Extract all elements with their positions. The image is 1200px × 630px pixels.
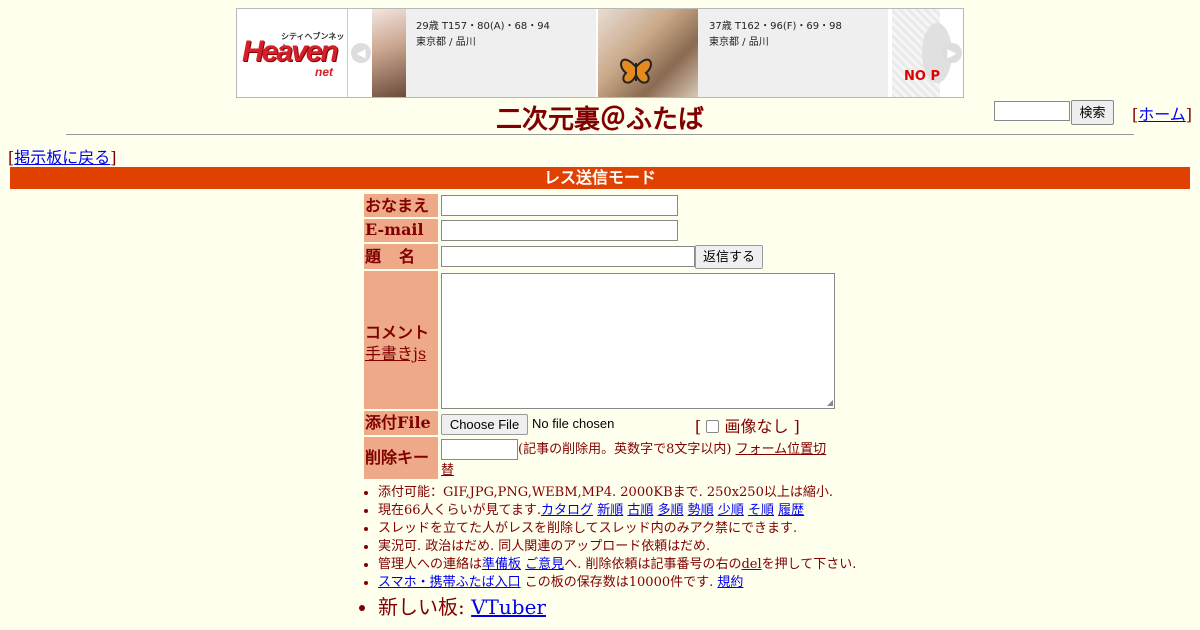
- search-button[interactable]: 検索: [1071, 100, 1114, 125]
- resize-handle-icon[interactable]: ◢: [827, 398, 833, 407]
- terms-link[interactable]: 規約: [717, 575, 743, 590]
- prep-board-link[interactable]: 準備板: [482, 557, 521, 572]
- choose-file-button[interactable]: Choose File: [441, 414, 528, 435]
- search-input[interactable]: [994, 101, 1070, 121]
- sort-many-link[interactable]: 多順: [658, 503, 684, 518]
- logo-text: Heaven: [242, 35, 339, 68]
- back-nav: [掲示板に戻る]: [8, 144, 117, 168]
- card-1-location: 東京都 / 品川: [416, 37, 476, 48]
- home-link[interactable]: ホーム: [1138, 105, 1186, 124]
- email-input[interactable]: [441, 220, 678, 241]
- del-link[interactable]: del: [741, 557, 761, 572]
- bracket-close: ]: [1185, 105, 1193, 124]
- note-text: スレッドを立てた人がレスを削除してスレッド内のみアク禁にできます.: [378, 521, 798, 536]
- comment-textarea[interactable]: ◢: [441, 273, 835, 409]
- note-text: を押して下さい.: [761, 557, 857, 572]
- no-image-label: 画像なし: [724, 417, 789, 436]
- banner-card-3[interactable]: NO P: [892, 9, 952, 97]
- card-1-photo: [372, 9, 406, 97]
- bracket-close: ]: [793, 417, 800, 436]
- banner-card-1[interactable]: 29歳 T157・80(A)・68・94 東京都 / 品川: [372, 9, 596, 97]
- note-text: へ. 削除依頼は記事番号の右の: [564, 557, 742, 572]
- ad-banner[interactable]: シティヘブンネット Heaven net ◀ 29歳 T157・80(A)・68…: [236, 8, 964, 98]
- sort-few-link[interactable]: 少順: [718, 503, 744, 518]
- card-2-photo: [598, 9, 698, 97]
- note-text: 現在66人くらいが見てます.: [378, 503, 542, 518]
- note-text: この板の保存数は10000件です.: [524, 575, 714, 590]
- card-1-stats: 29歳 T157・80(A)・68・94: [416, 21, 550, 32]
- file-label: 添付File: [364, 411, 438, 435]
- note-viewers: 現在66人くらいが見てます.カタログ 新順 古順 多順 勢順 少順 そ順 履歴: [378, 502, 856, 520]
- form-position-link[interactable]: フォーム位置切: [736, 442, 827, 457]
- delete-key-input[interactable]: [441, 439, 518, 460]
- sort-old-link[interactable]: 古順: [627, 503, 653, 518]
- note-new-board: 新しい板: VTuber: [378, 592, 856, 622]
- name-label: おなまえ: [364, 194, 438, 217]
- board-notes: 添付可能：GIF,JPG,PNG,WEBM,MP4. 2000KBまで. 250…: [364, 484, 856, 622]
- no-image-option: [ 画像なし ]: [695, 413, 800, 437]
- note-text: 添付可能：GIF,JPG,PNG,WEBM,MP4. 2000KBまで. 250…: [378, 485, 833, 500]
- history-link[interactable]: 履歴: [778, 503, 804, 518]
- subject-input[interactable]: [441, 246, 695, 267]
- no-photo-text: NO P: [904, 69, 940, 84]
- email-label: E-mail: [364, 219, 438, 242]
- reply-mode-bar: レス送信モード: [10, 167, 1190, 189]
- name-input[interactable]: [441, 195, 678, 216]
- home-nav: [ホーム]: [1132, 101, 1192, 125]
- note-thread-ban: スレッドを立てた人がレスを削除してスレッド内のみアク禁にできます.: [378, 520, 856, 538]
- note-contact: 管理人への連絡は準備板 ご意見へ. 削除依頼は記事番号の右のdelを押して下さい…: [378, 556, 856, 574]
- delete-key-note-line: (記事の削除用。英数字で8文字以内) フォーム位置切: [518, 441, 828, 459]
- delete-key-label: 削除キー: [364, 437, 438, 479]
- card-2-stats: 37歳 T162・96(F)・69・98: [709, 21, 842, 32]
- feedback-link[interactable]: ご意見: [525, 557, 564, 572]
- comment-label-cell: コメント 手書きjs: [364, 271, 438, 409]
- header-divider: [66, 134, 1134, 135]
- no-image-checkbox[interactable]: [706, 420, 720, 433]
- sort-so-link[interactable]: そ順: [748, 503, 774, 518]
- mobile-entrance-link[interactable]: スマホ・携帯ふたば入口: [378, 575, 521, 590]
- form-position-link-cont[interactable]: 替: [441, 459, 454, 478]
- sort-momentum-link[interactable]: 勢順: [688, 503, 714, 518]
- bracket-open: [: [695, 417, 702, 436]
- vtuber-board-link[interactable]: VTuber: [471, 595, 546, 619]
- delete-key-note: (記事の削除用。英数字で8文字以内): [518, 442, 732, 457]
- note-text: 実況可. 政治はだめ. 同人関連のアップロード依頼はだめ.: [378, 539, 711, 554]
- banner-next-icon[interactable]: ▶: [942, 43, 962, 63]
- butterfly-icon: [620, 58, 652, 84]
- bracket-close: ]: [110, 148, 117, 167]
- catalog-link[interactable]: カタログ: [541, 503, 593, 518]
- logo-net-text: net: [315, 65, 333, 79]
- note-text: 管理人への連絡は: [378, 557, 483, 572]
- handwriting-link[interactable]: 手書きjs: [365, 340, 426, 364]
- sort-new-link[interactable]: 新順: [597, 503, 623, 518]
- note-rules: 実況可. 政治はだめ. 同人関連のアップロード依頼はだめ.: [378, 538, 856, 556]
- note-mobile: スマホ・携帯ふたば入口 この板の保存数は10000件です. 規約: [378, 574, 856, 592]
- reply-submit-button[interactable]: 返信する: [695, 245, 763, 269]
- subject-label: 題 名: [364, 244, 438, 269]
- banner-card-2[interactable]: 37歳 T162・96(F)・69・98 東京都 / 品川: [598, 9, 888, 97]
- back-to-board-link[interactable]: 掲示板に戻る: [14, 148, 110, 167]
- cityheaven-logo[interactable]: シティヘブンネット Heaven net: [237, 9, 348, 97]
- note-attachments: 添付可能：GIF,JPG,PNG,WEBM,MP4. 2000KBまで. 250…: [378, 484, 856, 502]
- banner-prev-icon[interactable]: ◀: [351, 43, 371, 63]
- card-2-location: 東京都 / 品川: [709, 37, 769, 48]
- file-status: No file chosen: [532, 416, 615, 431]
- note-text: 新しい板:: [378, 595, 472, 619]
